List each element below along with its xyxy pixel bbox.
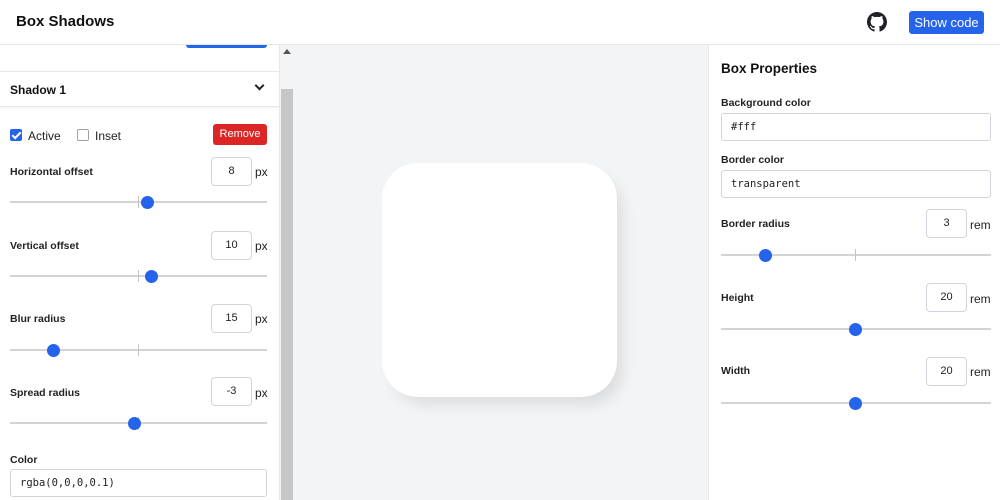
- chevron-down-icon[interactable]: [254, 80, 265, 91]
- horizontal-offset-slider-thumb[interactable]: [141, 196, 154, 209]
- border-radius-slider-thumb[interactable]: [759, 249, 772, 262]
- left-panel-scrollbar[interactable]: [279, 45, 293, 500]
- spread-radius-slider-thumb[interactable]: [128, 417, 141, 430]
- horizontal-offset-slider-tick: [138, 196, 139, 208]
- add-shadow-button[interactable]: [186, 45, 267, 48]
- shadow-controls-panel: Shadow 1 Active Inset Remove Horizontal …: [0, 45, 279, 500]
- background-color-label: Background color: [721, 97, 811, 109]
- blur-radius-input[interactable]: 15: [211, 304, 252, 333]
- background-color-input[interactable]: #fff: [721, 113, 991, 141]
- vertical-offset-slider-thumb[interactable]: [145, 270, 158, 283]
- active-checkbox[interactable]: [10, 129, 22, 141]
- top-bar: Box Shadows Show code: [0, 0, 1000, 45]
- remove-shadow-button[interactable]: Remove: [213, 124, 267, 145]
- blur-radius-slider-thumb[interactable]: [47, 344, 60, 357]
- spread-radius-label: Spread radius: [10, 387, 81, 399]
- spread-radius-input[interactable]: -3: [211, 377, 252, 406]
- vertical-offset-input[interactable]: 10: [211, 231, 252, 260]
- github-icon[interactable]: [867, 12, 887, 32]
- blur-radius-unit: px: [255, 312, 268, 326]
- border-radius-label: Border radius: [721, 218, 790, 230]
- border-radius-unit: rem: [970, 218, 991, 232]
- active-label: Active: [28, 129, 61, 143]
- scroll-up-arrow-icon[interactable]: [283, 49, 291, 54]
- vertical-offset-unit: px: [255, 239, 268, 253]
- width-slider-thumb[interactable]: [849, 397, 862, 410]
- width-input[interactable]: 20: [926, 357, 967, 386]
- horizontal-offset-input[interactable]: 8: [211, 157, 252, 186]
- height-input[interactable]: 20: [926, 283, 967, 312]
- height-slider-thumb[interactable]: [849, 323, 862, 336]
- vertical-offset-label: Vertical offset: [10, 240, 79, 252]
- height-label: Height: [721, 292, 754, 304]
- scrollbar-thumb[interactable]: [281, 89, 293, 500]
- preview-area: [293, 45, 708, 500]
- border-color-input[interactable]: transparent: [721, 170, 991, 198]
- box-properties-title: Box Properties: [721, 61, 818, 76]
- shadow-accordion-header[interactable]: Shadow 1: [0, 71, 279, 107]
- height-unit: rem: [970, 292, 991, 306]
- spread-radius-unit: px: [255, 386, 268, 400]
- shadow-color-label: Color: [10, 454, 38, 466]
- vertical-offset-slider-tick: [138, 270, 139, 282]
- border-color-label: Border color: [721, 154, 785, 166]
- border-radius-input[interactable]: 3: [926, 209, 967, 238]
- shadow-color-input[interactable]: rgba(0,0,0,0.1): [10, 469, 267, 497]
- show-code-button[interactable]: Show code: [909, 11, 984, 34]
- width-label: Width: [721, 365, 751, 377]
- inset-checkbox[interactable]: [77, 129, 89, 141]
- box-properties-panel: Box Properties Background color #fff Bor…: [708, 45, 1000, 500]
- width-unit: rem: [970, 365, 991, 379]
- blur-radius-slider-tick: [138, 344, 139, 356]
- app-title: Box Shadows: [16, 13, 115, 30]
- inset-label: Inset: [95, 129, 122, 143]
- border-radius-slider-tick: [855, 249, 856, 261]
- horizontal-offset-label: Horizontal offset: [10, 166, 93, 178]
- horizontal-offset-unit: px: [255, 165, 268, 179]
- shadow-title: Shadow 1: [10, 83, 67, 97]
- blur-radius-label: Blur radius: [10, 313, 66, 325]
- preview-box: [382, 163, 617, 397]
